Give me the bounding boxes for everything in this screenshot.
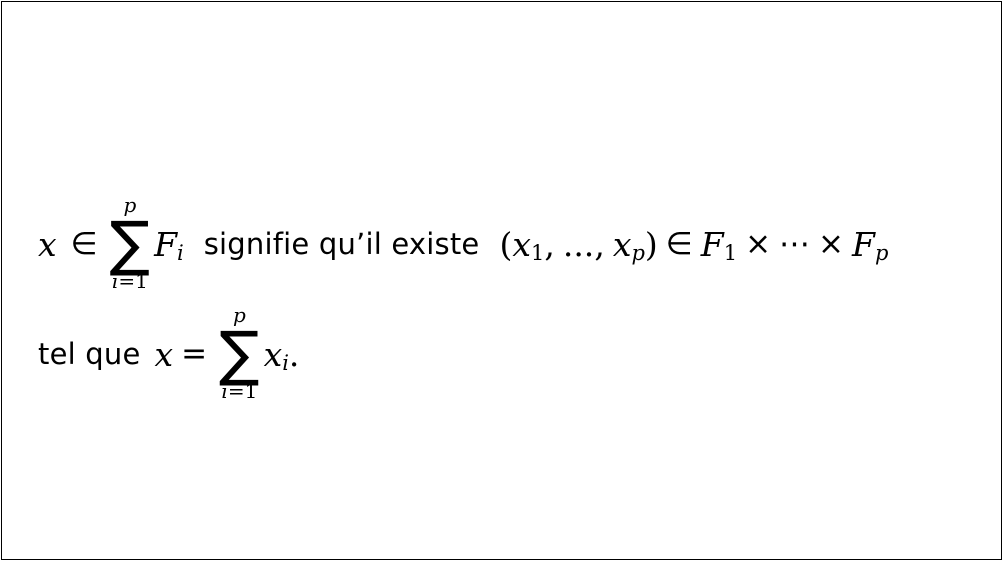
subscript-p: p [631,241,645,265]
var-Fp: F [852,224,875,264]
sum-lower-limit: i=1 [221,379,258,403]
formula-line-1: x ∈ p ∑ i=1 Fi signifie qu’il existe ( x… [38,188,888,300]
summation: p ∑ i=1 [110,195,150,293]
var-x: x [154,334,174,374]
var-F: F [154,224,177,264]
var-xp: x [612,224,632,264]
sigma-symbol: ∑ [109,209,151,279]
var-x1: x [512,224,531,264]
formula-line-2: tel que x = p ∑ i=1 xi. [38,298,299,410]
element-of-symbol: ∈ [70,226,98,262]
subscript-i: i [282,351,289,375]
subscript-p: p [874,241,889,265]
page-frame: x ∈ p ∑ i=1 Fi signifie qu’il existe ( x… [1,1,1002,560]
subscript-i: i [176,241,184,265]
comma: , [594,224,605,264]
period: . [288,334,300,374]
times-symbol: × [818,226,845,262]
subscript-1: 1 [723,241,738,265]
times-symbol: × [745,226,772,262]
sentence-text: signifie qu’il existe [203,227,480,261]
ellipsis: ... [562,224,595,264]
close-paren: ) [644,224,658,264]
sum-lower-limit: i=1 [111,269,148,293]
var-F1: F [700,224,724,264]
element-of-symbol: ∈ [665,226,693,262]
comma: , [544,224,555,264]
sigma-symbol: ∑ [219,319,260,389]
cdots-symbol: ⋯ [779,226,811,262]
sentence-text: tel que [38,337,141,371]
var-xi: x [263,334,283,374]
equals-symbol: = [181,336,208,372]
subscript-1: 1 [530,241,545,265]
summation: p ∑ i=1 [219,305,259,403]
open-paren: ( [499,224,513,264]
var-x: x [38,224,57,264]
